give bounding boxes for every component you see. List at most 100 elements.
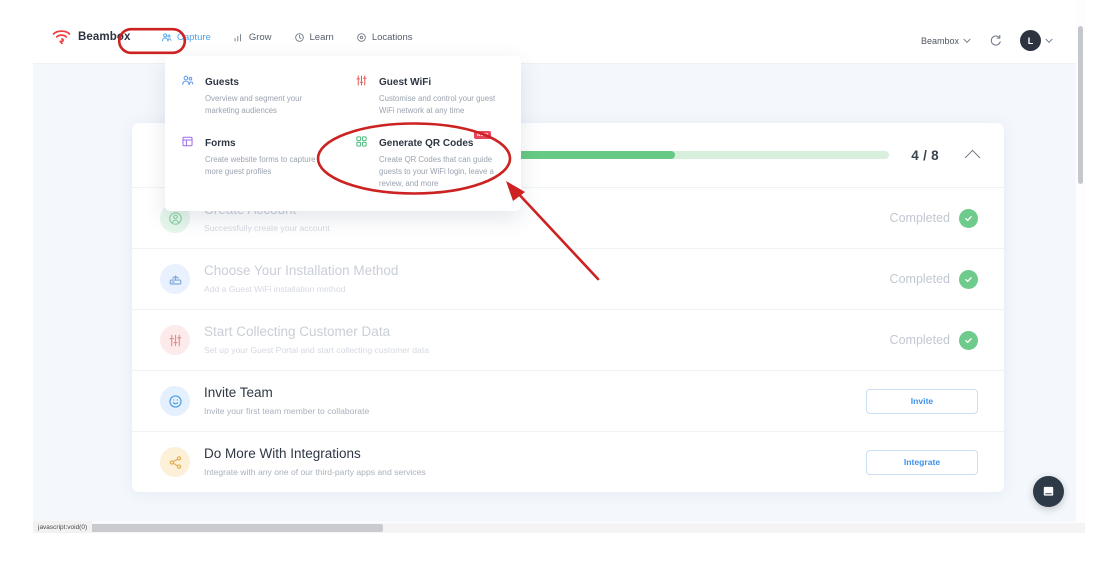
- menu-item-icon: [181, 72, 194, 117]
- task-description: Add a Guest WiFi installation method: [204, 284, 346, 295]
- task-status: Completed: [889, 208, 978, 228]
- menu-item-title: Guest WiFi: [379, 77, 432, 88]
- horizontal-scrollbar[interactable]: [33, 523, 1085, 533]
- task-row[interactable]: Choose Your Installation Method Add a Gue…: [132, 248, 1004, 309]
- task-description: Set up your Guest Portal and start colle…: [204, 345, 429, 356]
- menu-item-forms[interactable]: Forms Create website forms to capture mor…: [181, 133, 355, 190]
- organisation-selector[interactable]: Beambox: [921, 36, 971, 46]
- menu-item-body: Guests Overview and segment your marketin…: [205, 72, 333, 117]
- menu-item-icon: [355, 72, 368, 117]
- task-row[interactable]: Invite Team Invite your first team member…: [132, 370, 1004, 431]
- menu-grid: Guests Overview and segment your marketin…: [165, 72, 521, 190]
- capture-dropdown-menu: Guests Overview and segment your marketin…: [165, 56, 521, 211]
- task-action-button[interactable]: Integrate: [866, 449, 978, 475]
- menu-item-title: Forms: [205, 138, 236, 150]
- menu-item-description: Create QR Codes that can guide guests to…: [379, 155, 494, 189]
- screenshot-root: 4 / 8 Create AccountSuccessfully create …: [0, 0, 1111, 563]
- brand-name: Beambox: [78, 30, 131, 43]
- user-menu[interactable]: L: [1020, 30, 1053, 51]
- nav-item-locations[interactable]: Locations: [356, 32, 413, 43]
- task-description: Invite your first team member to collabo…: [204, 406, 370, 417]
- nav-right-controls: Beambox L: [921, 30, 1053, 51]
- menu-item-title: Guests: [205, 77, 239, 88]
- menu-item-description: Overview and segment your marketing audi…: [205, 94, 303, 116]
- brand[interactable]: Beambox: [52, 29, 130, 44]
- task-text: Do More With Integrations Integrate with …: [204, 446, 866, 477]
- task-icon: [160, 264, 190, 294]
- task-description: Successfully create your account: [204, 223, 330, 234]
- status-badge: Completed: [889, 272, 950, 286]
- user-circle-icon: [168, 211, 182, 225]
- task-title: Start Collecting Customer Data: [204, 324, 391, 340]
- refresh-icon[interactable]: [989, 34, 1002, 47]
- wifi-signal-icon: [52, 30, 71, 44]
- guests-people-icon: [182, 75, 194, 86]
- task-text: Start Collecting Customer Data Set up you…: [204, 324, 890, 355]
- menu-item-icon: [181, 133, 194, 190]
- task-description: Integrate with any one of our third-part…: [204, 467, 426, 478]
- menu-item-guests[interactable]: Guests Overview and segment your marketin…: [181, 72, 355, 117]
- task-icon: [160, 386, 190, 416]
- task-icon: [160, 325, 190, 355]
- nav-item-label: Grow: [248, 32, 272, 43]
- nav-item-label: Learn: [309, 32, 334, 43]
- vertical-scrollbar[interactable]: [1076, 0, 1085, 525]
- progress-count-label: 4 / 8: [911, 147, 939, 163]
- task-title: Invite Team: [204, 385, 273, 401]
- router-icon: [169, 274, 181, 285]
- share-nodes-icon: [169, 455, 181, 469]
- sliders-icon: [356, 75, 367, 86]
- task-list: Create AccountSuccessfully create your a…: [132, 187, 1004, 492]
- sliders-icon: [169, 334, 181, 346]
- browser-window: 4 / 8 Create AccountSuccessfully create …: [33, 0, 1085, 525]
- task-action-button[interactable]: Invite: [866, 388, 978, 414]
- menu-item-guest-wifi[interactable]: Guest WiFi Customise and control your gue…: [355, 72, 537, 117]
- chevron-down-icon: [963, 38, 971, 43]
- chat-bubble-icon: [1043, 486, 1054, 496]
- check-icon: [959, 269, 978, 289]
- form-layout-icon: [182, 136, 193, 147]
- nav-item-learn[interactable]: Learn: [294, 32, 334, 43]
- task-text: Choose Your Installation Method Add a Gue…: [204, 263, 890, 294]
- task-title: Do More With Integrations: [204, 446, 361, 462]
- smiley-icon: [168, 394, 182, 408]
- menu-item-description: Create website forms to capture more gue…: [205, 155, 316, 177]
- menu-item-body: Guest WiFi Customise and control your gue…: [379, 72, 507, 117]
- status-badge: Completed: [889, 211, 950, 225]
- task-text: Invite Team Invite your first team member…: [204, 385, 866, 416]
- chat-launcher-button[interactable]: [1033, 476, 1064, 507]
- task-status: Completed: [889, 269, 978, 289]
- primary-nav: Capture Grow Learn Locations: [161, 32, 413, 43]
- browser-status-bar: javascript:void(0): [33, 521, 93, 533]
- menu-item-body: Forms Create website forms to capture mor…: [205, 133, 333, 190]
- nav-item-label: Locations: [371, 32, 413, 43]
- vertical-scrollbar-thumb[interactable]: [1078, 26, 1083, 184]
- nav-item-capture[interactable]: Capture: [161, 32, 211, 43]
- task-row[interactable]: Start Collecting Customer Data Set up you…: [132, 309, 1004, 370]
- menu-item-description: Customise and control your guest WiFi ne…: [379, 94, 496, 116]
- status-badge: Completed: [889, 333, 950, 347]
- check-icon: [959, 330, 978, 350]
- task-title: Choose Your Installation Method: [204, 263, 399, 279]
- clock-icon: [294, 33, 304, 42]
- qr-code-icon: [356, 136, 367, 147]
- status-url-text: javascript:void(0): [38, 523, 88, 531]
- organisation-name: Beambox: [920, 35, 959, 46]
- task-icon: [160, 447, 190, 477]
- avatar: L: [1020, 30, 1041, 51]
- menu-item-body: Generate QR Codes NEW Create QR Codes that…: [379, 131, 507, 190]
- menu-item-icon: [355, 133, 368, 190]
- new-badge: NEW: [473, 131, 492, 139]
- chevron-up-icon[interactable]: [964, 149, 981, 165]
- chevron-down-icon: [1045, 38, 1053, 43]
- task-row[interactable]: Do More With Integrations Integrate with …: [132, 431, 1004, 492]
- menu-item-generate-qr-codes[interactable]: Generate QR Codes NEW Create QR Codes that…: [355, 131, 537, 190]
- nav-item-grow[interactable]: Grow: [233, 32, 272, 43]
- nav-item-label: Capture: [177, 32, 211, 43]
- pin-icon: [357, 33, 366, 42]
- people-icon: [162, 33, 172, 42]
- task-status: Completed: [889, 330, 978, 350]
- bar-chart-icon: [234, 33, 241, 42]
- check-icon: [959, 208, 978, 228]
- menu-item-title: Generate QR Codes NEW: [379, 131, 492, 149]
